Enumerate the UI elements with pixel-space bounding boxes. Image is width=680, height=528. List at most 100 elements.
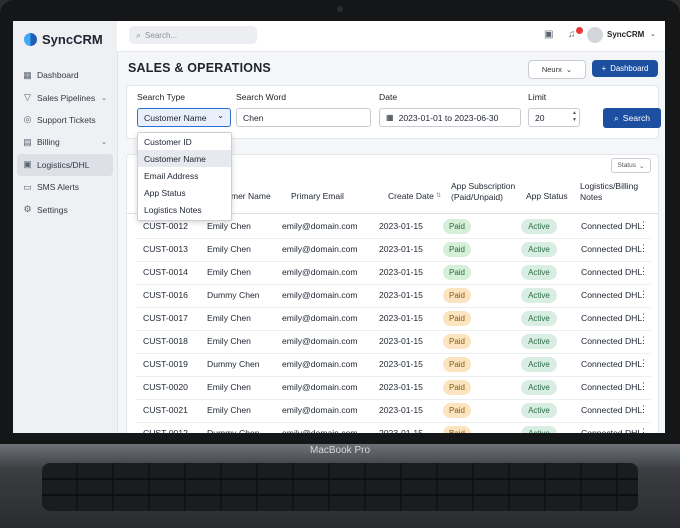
notification-badge [576, 27, 583, 34]
chevron-down-icon[interactable]: ⌄ [650, 30, 656, 38]
chat-icon: ▭ [23, 181, 32, 192]
dropdown-option-app-status[interactable]: App Status [138, 185, 231, 202]
cell-create-date: 2023-01-15 [379, 221, 423, 231]
calendar-icon[interactable]: ▣ [544, 29, 553, 40]
stepper-arrows-icon[interactable]: ▲ ▼ [572, 110, 577, 124]
sidebar-item-sms-alerts[interactable]: ▭ SMS Alerts [17, 176, 113, 198]
cell-primary-email: emily@domain.com [282, 313, 358, 323]
dropdown-option-logistics-notes[interactable]: Logistics Notes [138, 202, 231, 219]
row-menu-icon[interactable]: ⋮ [639, 358, 648, 369]
table-row[interactable]: CUST-0018 Emily Chen emily@domain.com 2023-… [136, 330, 651, 354]
limit-label: Limit [528, 92, 547, 102]
cell-create-date: 2023-01-15 [379, 382, 423, 392]
sidebar-item-label: Logistics/DHL [37, 159, 90, 170]
sidebar-item-billing[interactable]: ▤ Billing ⌄ [17, 131, 113, 153]
subscription-badge: Paid [443, 219, 471, 234]
cell-customer-id: CUST-0021 [143, 405, 188, 415]
cell-customer-id: CUST-0017 [143, 313, 188, 323]
search-button[interactable]: ⌕ Search [603, 108, 661, 128]
neurx-dropdown-button[interactable]: Neurx ⌄ [528, 60, 586, 79]
sidebar-item-support-tickets[interactable]: ◎ Support Tickets [17, 109, 113, 131]
limit-value: 20 [535, 112, 545, 123]
cell-customer-id: CUST-0012 [143, 221, 188, 231]
sidebar-item-settings[interactable]: ⚙ Settings [17, 198, 113, 220]
cell-primary-email: emily@domain.com [282, 221, 358, 231]
col-primary-email[interactable]: Primary Email [291, 191, 344, 202]
sidebar-item-logistics[interactable]: ▣ Logistics/DHL [17, 153, 113, 176]
dashboard-label: Dashboard [610, 64, 649, 73]
ticket-icon: ◎ [23, 114, 32, 125]
subscription-badge: Paid [443, 265, 471, 280]
status-badge: Active [521, 357, 557, 372]
global-search-input[interactable]: ⌕ Search... [129, 26, 257, 44]
cell-customer-name: Emily Chen [207, 244, 251, 254]
cell-create-date: 2023-01-15 [379, 244, 423, 254]
cell-customer-id: CUST-0016 [143, 290, 188, 300]
cell-logistics-notes: Connected DHL [581, 313, 643, 323]
search-type-label: Search Type [137, 92, 186, 102]
row-menu-icon[interactable]: ⋮ [639, 266, 648, 277]
row-menu-icon[interactable]: ⋮ [639, 243, 648, 254]
search-word-value: Chen [243, 112, 264, 123]
status-badge: Active [521, 219, 557, 234]
sidebar-item-dashboard[interactable]: ▦ Dashboard [17, 64, 113, 86]
dashboard-button[interactable]: + Dashboard [592, 60, 658, 77]
row-menu-icon[interactable]: ⋮ [639, 335, 648, 346]
col-logistics-notes[interactable]: Logistics/Billing Notes [580, 181, 652, 203]
col-app-status[interactable]: App Status [526, 191, 568, 202]
status-filter-dropdown[interactable]: Status ⌄ [611, 158, 651, 173]
sidebar-item-sales-pipelines[interactable]: ▽ Sales Pipelines ⌄ [17, 86, 113, 108]
status-badge: Active [521, 334, 557, 349]
cell-create-date: 2023-01-15 [379, 267, 423, 277]
cell-create-date: 2023-01-15 [379, 313, 423, 323]
page-title: SALES & OPERATIONS [128, 61, 271, 75]
app-name: SyncCRM [42, 32, 103, 47]
cell-primary-email: emily@domain.com [282, 336, 358, 346]
row-menu-icon[interactable]: ⋮ [639, 427, 648, 433]
search-word-input[interactable]: Chen [236, 108, 371, 127]
user-name[interactable]: SyncCRM [607, 30, 644, 39]
sidebar-nav: ▦ Dashboard ▽ Sales Pipelines ⌄ ◎ Suppor… [17, 64, 113, 221]
sort-icon[interactable]: ⇅ [436, 191, 441, 202]
subscription-badge: Baid [443, 426, 471, 433]
cell-customer-name: Emily Chen [207, 405, 251, 415]
col-create-date[interactable]: Create Date [388, 191, 434, 202]
sidebar: SyncCRM ▦ Dashboard ▽ Sales Pipelines ⌄ … [13, 21, 118, 433]
calendar-icon: ▦ [386, 113, 394, 122]
limit-stepper[interactable]: 20 ▲ ▼ [528, 108, 580, 127]
status-badge: Active [521, 288, 557, 303]
table-row[interactable]: CUST-0014 Emily Chen emily@domain.com 2023-… [136, 261, 651, 285]
dropdown-option-customer-id[interactable]: Customer ID [138, 133, 231, 150]
app-logo[interactable]: SyncCRM [24, 32, 103, 47]
table-row[interactable]: CUST-0020 Emily Chen emily@domain.com 2023-… [136, 376, 651, 400]
table-row[interactable]: CUST-0013 Emily Chen emily@domain.com 2023-… [136, 238, 651, 262]
bell-icon[interactable]: ♫ [568, 29, 576, 40]
subscription-badge: Paid [443, 403, 471, 418]
sidebar-item-label: Support Tickets [37, 114, 96, 125]
col-customer-name[interactable]: mer Name [231, 191, 271, 202]
table-row[interactable]: CUST-0019 Dummy Chen emily@domain.com 2023-… [136, 353, 651, 377]
dropdown-option-email-address[interactable]: Email Address [138, 167, 231, 184]
cell-customer-name: Emily Chen [207, 267, 251, 277]
table-row[interactable]: CUST-0021 Emily Chen emily@domain.com 2023-… [136, 399, 651, 423]
subscription-badge: Paid [443, 334, 471, 349]
date-range-input[interactable]: ▦ 2023-01-01 to 2023-06-30 [379, 108, 521, 127]
table-row[interactable]: CUST-0012 Dummy Chen emily@domain.com 2023-… [136, 422, 651, 433]
avatar[interactable] [587, 27, 603, 43]
table-row[interactable]: CUST-0016 Dummy Chen emily@domain.com 2023-… [136, 284, 651, 308]
table-row[interactable]: CUST-0017 Emily Chen emily@domain.com 2023-… [136, 307, 651, 331]
search-type-select[interactable]: Customer Name ⌄ [137, 108, 231, 127]
row-menu-icon[interactable]: ⋮ [639, 312, 648, 323]
status-badge: Active [521, 403, 557, 418]
col-subscription[interactable]: App Subscription (Paid/Unpaid) [451, 181, 523, 203]
camera [337, 6, 343, 12]
laptop-bezel: SyncCRM ▦ Dashboard ▽ Sales Pipelines ⌄ … [0, 0, 680, 444]
row-menu-icon[interactable]: ⋮ [639, 289, 648, 300]
billing-icon: ▤ [23, 136, 32, 147]
row-menu-icon[interactable]: ⋮ [639, 404, 648, 415]
screen: SyncCRM ▦ Dashboard ▽ Sales Pipelines ⌄ … [13, 21, 665, 433]
cell-customer-id: CUST-0014 [143, 267, 188, 277]
row-menu-icon[interactable]: ⋮ [639, 381, 648, 392]
dropdown-option-customer-name[interactable]: Customer Name [138, 150, 231, 168]
row-menu-icon[interactable]: ⋮ [639, 220, 648, 231]
